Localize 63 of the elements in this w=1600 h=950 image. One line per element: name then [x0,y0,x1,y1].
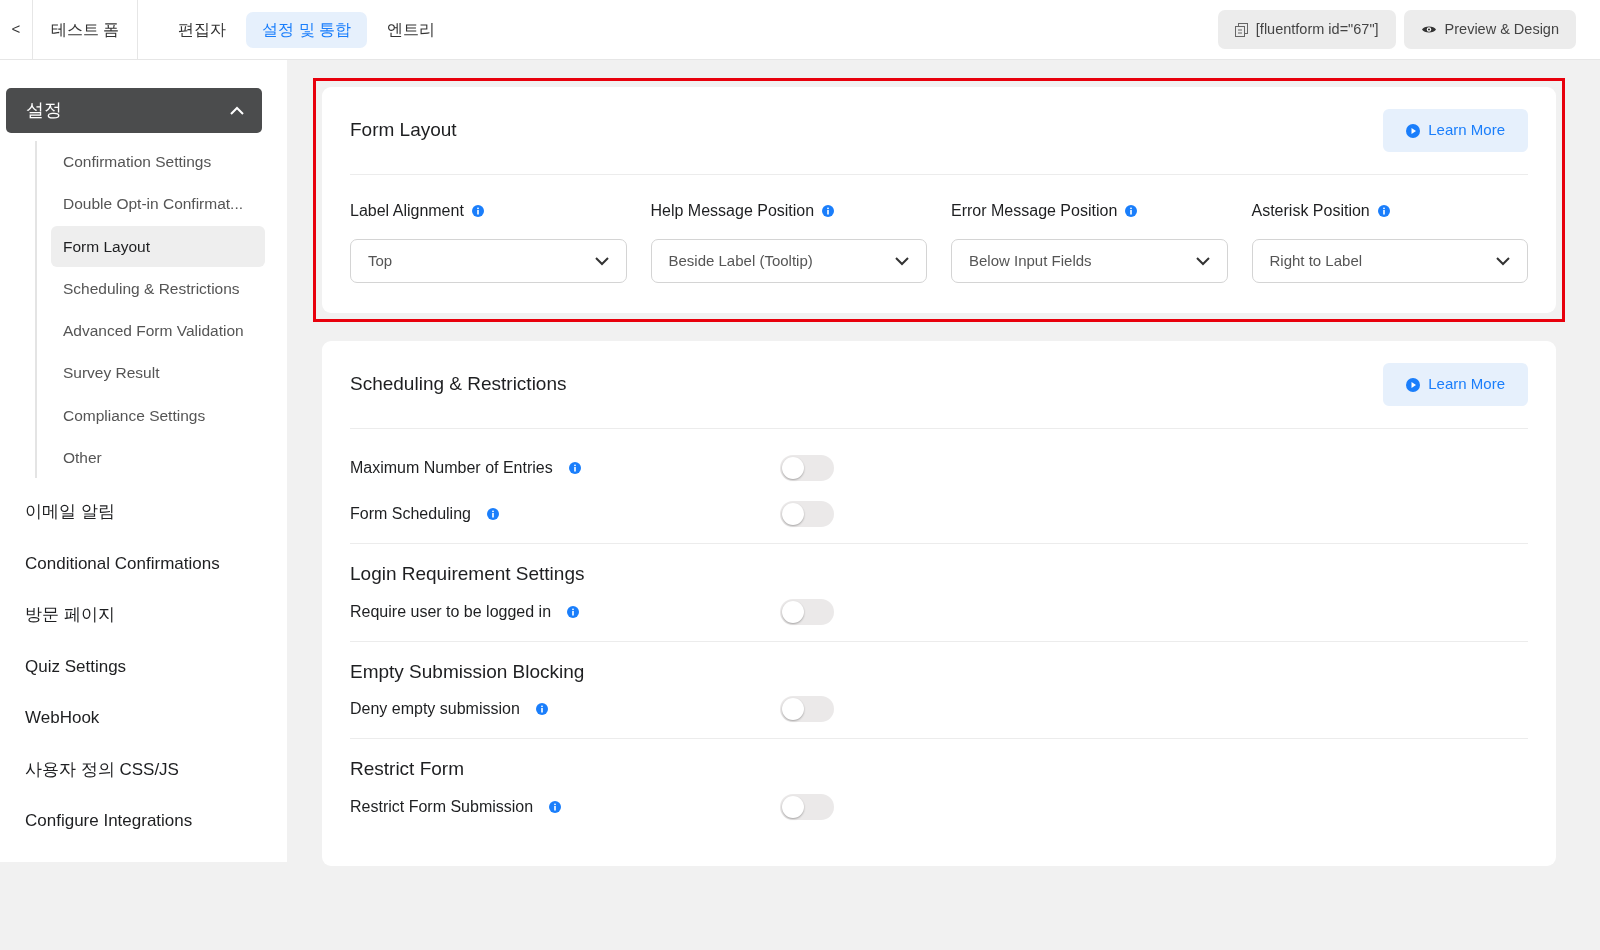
preview-button[interactable]: Preview & Design [1403,9,1576,50]
form-title: 테스트 폼 [33,0,139,60]
sidebar-item[interactable]: Configure Integrations [6,795,212,847]
sidebar-subitem[interactable]: Confirmation Settings [51,141,265,183]
section-title: Form Layout [350,118,457,143]
toggle-switch[interactable] [780,455,834,481]
sidebar-item[interactable]: Conditional Confirmations [6,537,239,589]
copy-icon [1234,22,1248,37]
toggle-switch[interactable] [780,696,834,722]
sidebar-item[interactable]: 사용자 정의 CSS/JS [6,743,198,795]
sidebar-item[interactable]: WebHook [6,692,119,744]
toggle-switch[interactable] [780,598,834,625]
group-heading: Restrict Form [350,757,465,781]
nav-tab[interactable]: 편집자 [162,11,243,48]
select-field[interactable]: Below Input Fields [951,239,1228,283]
sidebar-subitem[interactable]: Survey Result [51,352,265,394]
sidebar-subitem[interactable]: Double Opt-in Confirmat... [51,183,265,225]
section-title: Scheduling & Restrictions [350,372,567,397]
info-icon [568,462,581,474]
info-icon [486,508,499,520]
chevron-down-icon [594,256,609,266]
sidebar-item[interactable]: 방문 페이지 [6,589,134,641]
sidebar-subitem[interactable]: Compliance Settings [51,394,265,436]
sidebar-item[interactable]: Quiz Settings [6,640,146,692]
info-icon [535,703,548,715]
field-label: Label Alignment [350,201,464,221]
info-icon [549,800,562,813]
toggle-label: Restrict Form Submission [350,796,534,817]
info-icon [822,205,835,217]
chevron-down-icon [1496,256,1510,266]
chevron-up-icon [230,106,244,115]
back-button[interactable]: < [0,0,33,60]
info-icon [567,605,580,618]
info-icon [1125,205,1138,217]
sidebar-subitem[interactable]: Form Layout [51,225,265,267]
toggle-label: Deny empty submission [350,699,520,719]
select-field[interactable]: Right to Label [1251,239,1528,283]
play-icon [1406,377,1421,392]
shortcode-button[interactable]: [fluentform id="67"] [1217,9,1396,50]
sidebar-subitem[interactable]: Advanced Form Validation [51,310,265,352]
toggle-label: Require user to be logged in [350,601,552,622]
field-label: Asterisk Position [1251,201,1370,221]
play-icon [1406,123,1421,138]
info-icon [471,205,484,217]
sidebar-subitem[interactable]: Scheduling & Restrictions [51,267,265,309]
toggle-label: Form Scheduling [350,504,471,524]
chevron-down-icon [895,256,909,266]
group-heading: Login Requirement Settings [350,562,586,586]
sidebar-subitem[interactable]: Other [51,436,265,478]
info-icon [1377,205,1390,217]
eye-icon [1420,24,1437,35]
toggle-label: Maximum Number of Entries [350,458,553,478]
group-heading: Empty Submission Blocking [350,659,586,684]
sidebar-item[interactable]: 이메일 알림 [6,486,134,538]
select-field[interactable]: Top [350,239,627,283]
field-label: Error Message Position [951,201,1118,221]
toggle-switch[interactable] [780,501,834,527]
settings-group-header[interactable]: 설정 [6,88,262,133]
nav-tab[interactable]: 엔트리 [371,11,452,48]
field-label: Help Message Position [650,201,815,221]
chevron-down-icon [1195,256,1210,266]
select-field[interactable]: Beside Label (Tooltip) [650,239,927,283]
toggle-switch[interactable] [780,793,834,820]
